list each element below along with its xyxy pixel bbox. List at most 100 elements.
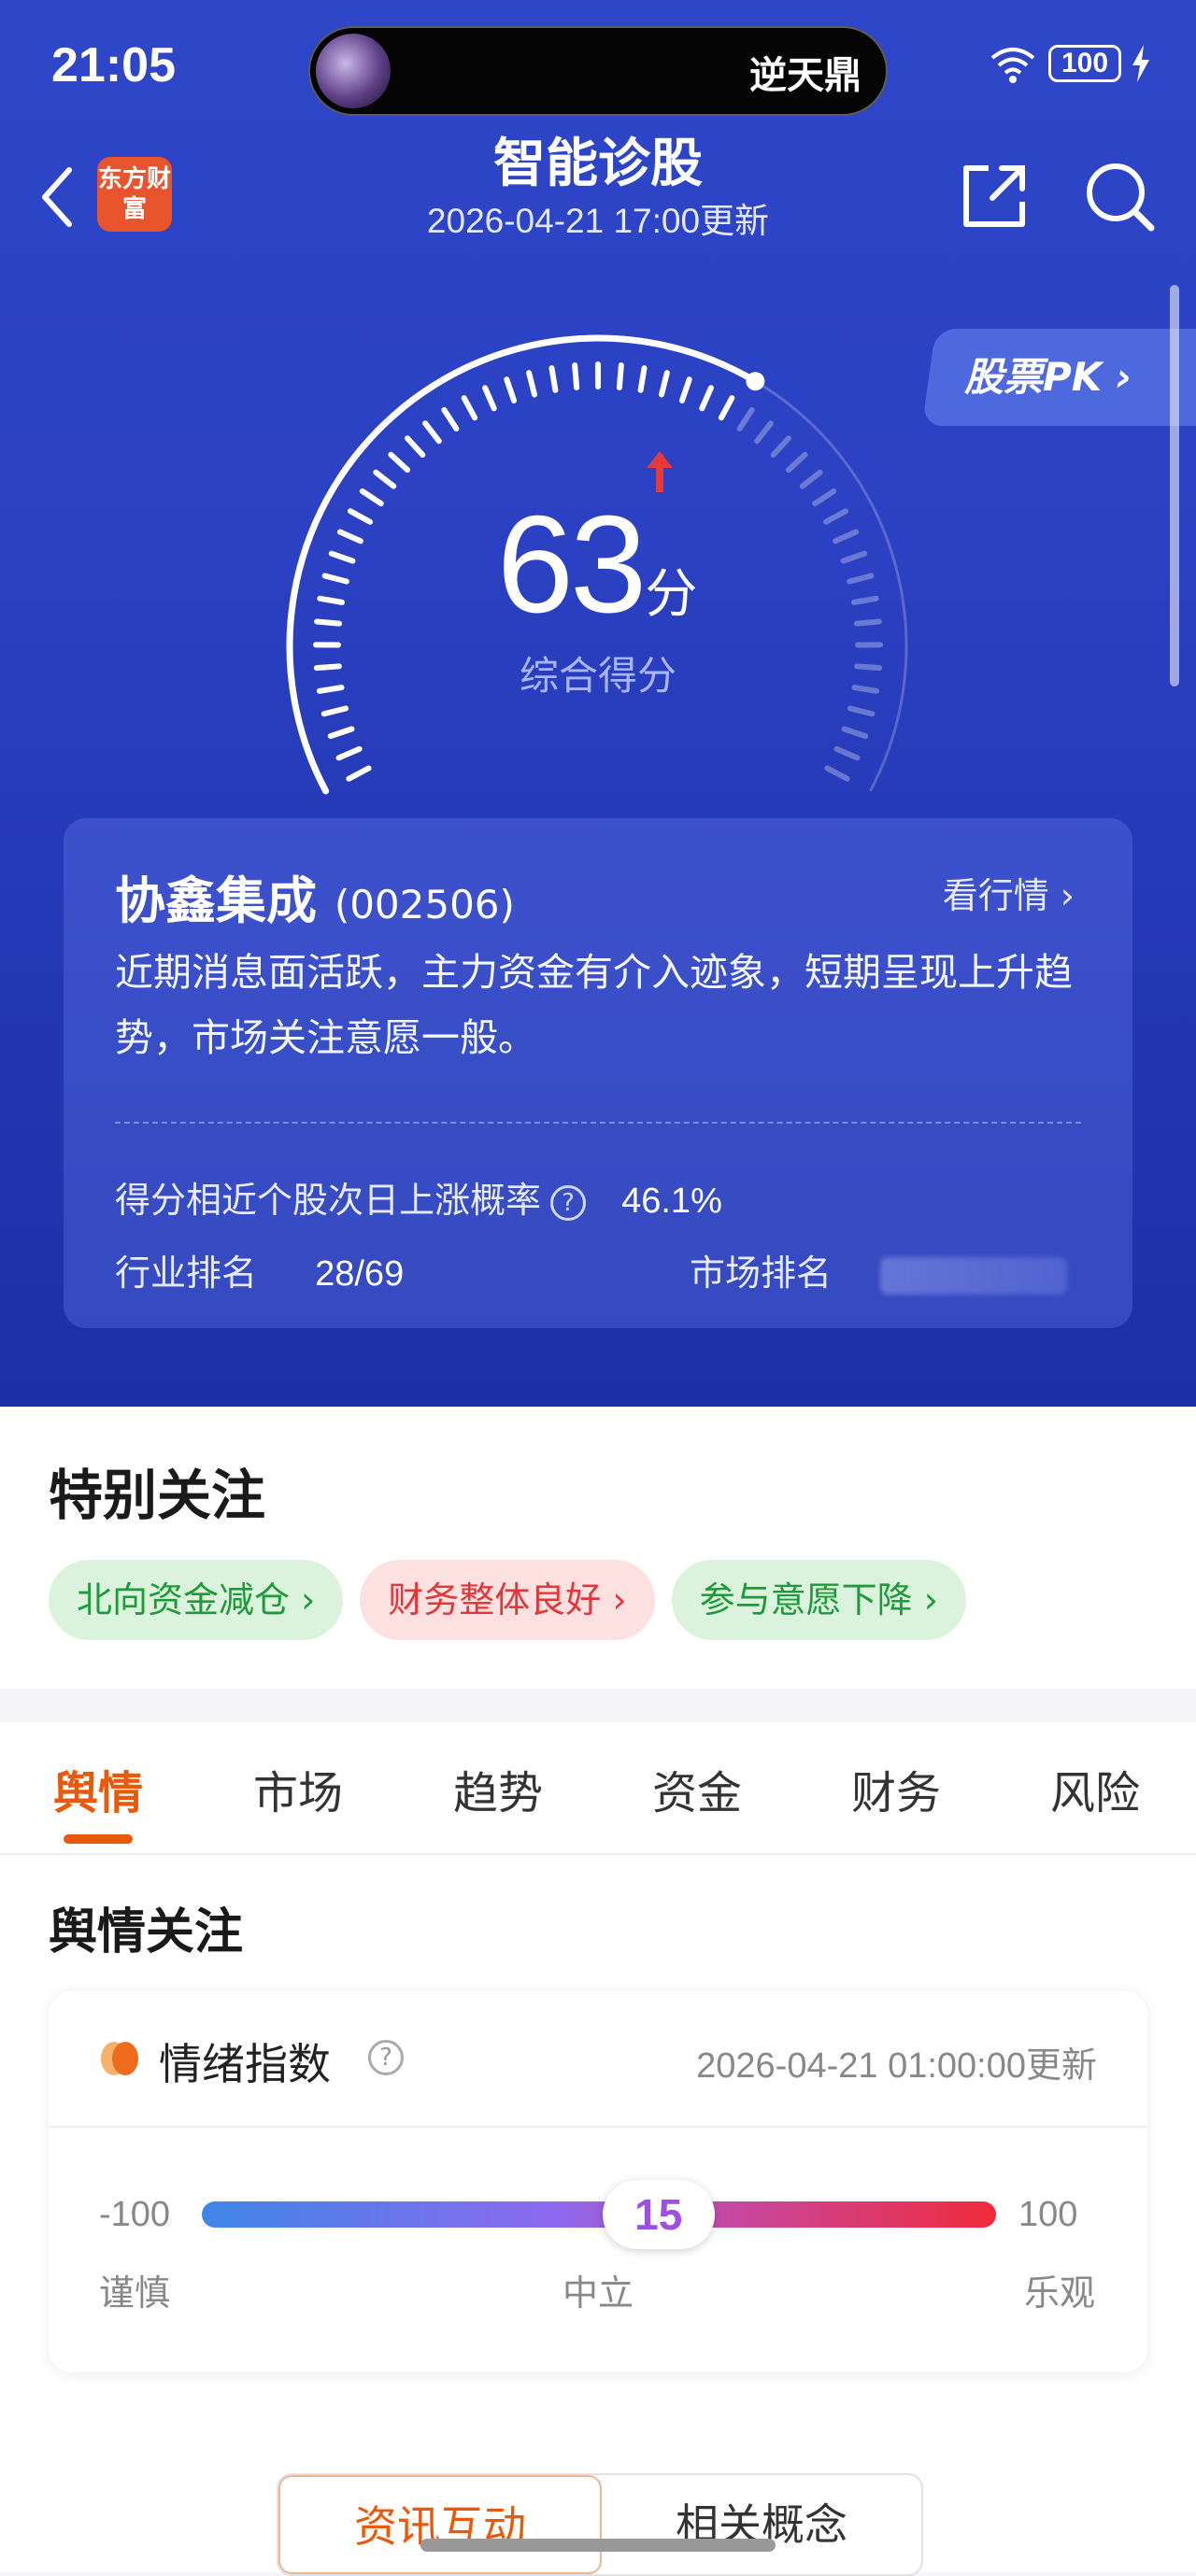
home-indicator[interactable] bbox=[420, 2539, 776, 2552]
score-label: 综合得分 bbox=[0, 644, 1196, 701]
tag-participation[interactable]: 参与意愿下降 › bbox=[672, 1560, 966, 1640]
tab-risk[interactable]: 风险 bbox=[1011, 1756, 1179, 1821]
tab-related-concepts[interactable]: 相关概念 bbox=[602, 2475, 921, 2574]
gauge-tick bbox=[827, 769, 847, 779]
tag-label: 北向资金减仓 bbox=[77, 1579, 290, 1621]
min-label: -100 bbox=[99, 2195, 170, 2235]
gauge-tick bbox=[682, 379, 690, 401]
gauge-tick bbox=[464, 398, 475, 418]
stock-name: 协鑫集成 bbox=[115, 871, 317, 930]
view-quote-label: 看行情 bbox=[943, 875, 1049, 916]
tag-list: 北向资金减仓 › 财务整体良好 › 参与意愿下降 › bbox=[49, 1560, 966, 1640]
tag-finance[interactable]: 财务整体良好 › bbox=[360, 1560, 654, 1640]
charging-icon bbox=[1131, 43, 1151, 84]
gauge-tick bbox=[845, 729, 866, 736]
gauge-tick bbox=[485, 388, 494, 408]
up-arrow-icon bbox=[643, 449, 676, 494]
probability-value: 46.1% bbox=[621, 1182, 722, 1221]
gauge-dot bbox=[746, 372, 764, 390]
tag-northbound[interactable]: 北向资金减仓 › bbox=[49, 1560, 343, 1640]
system-icons: 100 bbox=[987, 43, 1151, 84]
gauge-tick bbox=[425, 423, 439, 441]
stock-code: (002506) bbox=[335, 882, 515, 927]
sentiment-section: 舆情关注 情绪指数 ? 2026-04-21 01:00:00更新 -100 1… bbox=[0, 1855, 1196, 2572]
sentiment-card-header: 情绪指数 ? 2026-04-21 01:00:00更新 bbox=[49, 1991, 1147, 2128]
sentiment-card: 情绪指数 ? 2026-04-21 01:00:00更新 -100 15 100… bbox=[49, 1991, 1147, 2372]
gauge-tick bbox=[376, 473, 393, 487]
stock-name-row: 协鑫集成 (002506) bbox=[115, 859, 515, 933]
clock: 21:05 bbox=[51, 37, 176, 93]
wifi-icon bbox=[987, 43, 1039, 84]
dynamic-island[interactable]: 逆天鼎 bbox=[308, 26, 888, 116]
gauge-tick bbox=[836, 749, 857, 757]
divider bbox=[115, 1122, 1081, 1124]
stock-pk-button[interactable]: 股票PK › bbox=[922, 329, 1196, 426]
help-icon[interactable]: ? bbox=[368, 2040, 404, 2075]
sentiment-icon bbox=[99, 2040, 140, 2077]
tab-market[interactable]: 市场 bbox=[214, 1756, 382, 1821]
gauge-tick bbox=[757, 423, 771, 441]
battery-icon: 100 bbox=[1048, 45, 1121, 82]
market-rank-row: 市场排名 bbox=[690, 1244, 1067, 1295]
tab-finance[interactable]: 财务 bbox=[812, 1756, 980, 1821]
stock-pk-label: 股票PK › bbox=[929, 329, 1196, 426]
gauge-tick bbox=[349, 769, 368, 779]
gauge-tick bbox=[506, 379, 514, 401]
stock-summary-card: 协鑫集成 (002506) 看行情 › 近期消息面活跃，主力资金有介入迹象，短期… bbox=[64, 818, 1132, 1328]
gauge-tick bbox=[803, 473, 820, 487]
tag-label: 财务整体良好 bbox=[388, 1579, 601, 1621]
view-quote-link[interactable]: 看行情 › bbox=[943, 867, 1075, 918]
search-icon[interactable] bbox=[1082, 159, 1157, 234]
gauge-tick bbox=[702, 388, 711, 408]
tab-sentiment[interactable]: 舆情 bbox=[14, 1756, 182, 1821]
tab-news-interaction[interactable]: 资讯互动 bbox=[278, 2475, 602, 2574]
industry-rank-row: 行业排名 28/69 bbox=[115, 1244, 404, 1295]
score-display: 63 分 bbox=[0, 486, 1196, 644]
sentiment-bar bbox=[202, 2201, 996, 2228]
gauge-tick bbox=[721, 398, 732, 418]
section-title: 特别关注 bbox=[49, 1451, 265, 1530]
gauge-tick bbox=[774, 438, 789, 455]
category-tabs: 舆情 市场 趋势 资金 财务 风险 bbox=[0, 1722, 1196, 1855]
nav-bar: 东方财富 智能诊股 2026-04-21 17:00更新 bbox=[0, 121, 1196, 271]
sentiment-title: 情绪指数 bbox=[159, 2031, 331, 2092]
probability-label: 得分相近个股次日上涨概率 bbox=[115, 1180, 541, 1221]
gauge-tick bbox=[391, 455, 407, 470]
gauge-tick bbox=[529, 373, 534, 394]
gauge-tick bbox=[324, 709, 346, 715]
chevron-right-icon: › bbox=[1061, 875, 1075, 916]
help-icon[interactable]: ? bbox=[550, 1185, 586, 1221]
max-label: 100 bbox=[1018, 2195, 1077, 2235]
gauge-tick bbox=[740, 410, 752, 429]
section-title: 舆情关注 bbox=[49, 1892, 243, 1962]
gauge-tick bbox=[575, 365, 577, 388]
sentiment-updated-time: 2026-04-21 01:00:00更新 bbox=[696, 2036, 1097, 2088]
hero-section: 21:05 逆天鼎 100 东方财富 智能诊股 2026-04-21 17:00… bbox=[0, 0, 1196, 1407]
market-rank-label: 市场排名 bbox=[690, 1253, 832, 1294]
bottom-segment-tabs: 资讯互动 相关概念 bbox=[277, 2473, 923, 2576]
industry-rank-value: 28/69 bbox=[315, 1254, 404, 1294]
score-value: 63 bbox=[497, 488, 644, 642]
tab-trend[interactable]: 趋势 bbox=[414, 1756, 582, 1821]
app-avatar-icon bbox=[316, 34, 391, 108]
gauge-tick bbox=[789, 455, 805, 470]
gauge-tick bbox=[850, 709, 872, 715]
special-attention-section: 特别关注 北向资金减仓 › 财务整体良好 › 参与意愿下降 › bbox=[0, 1407, 1196, 1689]
gauge-tick bbox=[339, 749, 360, 757]
gauge-tick bbox=[551, 368, 555, 390]
industry-rank-label: 行业排名 bbox=[115, 1253, 257, 1294]
gauge-tick bbox=[619, 365, 621, 388]
score-unit: 分 bbox=[645, 564, 697, 625]
gauge-tick bbox=[641, 368, 645, 390]
tab-capital[interactable]: 资金 bbox=[613, 1756, 781, 1821]
stock-description: 近期消息面活跃，主力资金有介入迹象，短期呈现上升趋势，市场关注意愿一般。 bbox=[115, 940, 1087, 1070]
gauge-tick bbox=[331, 729, 352, 736]
status-bar: 21:05 逆天鼎 100 bbox=[0, 0, 1196, 140]
gauge-tick bbox=[444, 410, 456, 429]
share-icon[interactable] bbox=[957, 159, 1032, 234]
blurred-value bbox=[880, 1257, 1067, 1295]
sentiment-value-knob: 15 bbox=[603, 2180, 715, 2249]
neutral-label: 中立 bbox=[562, 2264, 634, 2315]
island-text: 逆天鼎 bbox=[749, 45, 861, 99]
optimistic-label: 乐观 bbox=[1024, 2264, 1095, 2315]
